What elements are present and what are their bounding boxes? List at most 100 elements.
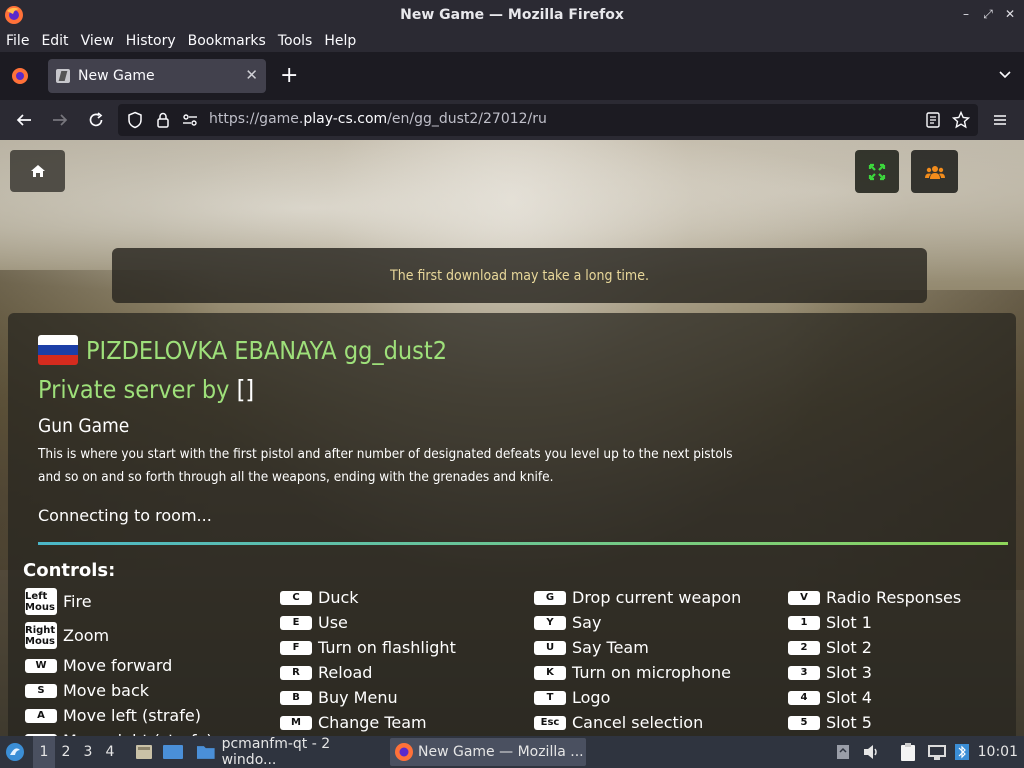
players-button[interactable]	[911, 150, 958, 193]
control-item: M Change Team	[280, 713, 427, 732]
permissions-icon[interactable]	[181, 111, 199, 129]
control-label: Say Team	[572, 638, 649, 657]
control-label: Slot 4	[826, 688, 872, 707]
url-bar[interactable]: https://game.play-cs.com/en/gg_dust2/270…	[118, 104, 978, 136]
game-mode-title: Gun Game	[38, 415, 130, 437]
home-button[interactable]	[10, 150, 65, 192]
menu-view[interactable]: View	[81, 33, 114, 49]
workspace-4[interactable]: 4	[99, 736, 121, 768]
bookmark-star-icon[interactable]	[952, 111, 970, 129]
back-arrow-icon[interactable]	[14, 110, 34, 130]
firefox-logo-icon	[5, 6, 23, 24]
controls-heading: Controls:	[23, 560, 116, 581]
window-titlebar: New Game — Mozilla Firefox – ⤢ ✕	[0, 0, 1024, 30]
key-badge: K	[534, 665, 566, 680]
control-item: Right Mous Zoom	[25, 622, 109, 649]
firefox-view-icon[interactable]	[10, 66, 30, 86]
tab-close-icon[interactable]: ✕	[245, 66, 258, 84]
file-cabinet-icon	[136, 745, 152, 759]
private-server-line: Private server by []	[38, 375, 255, 404]
control-label: Fire	[63, 592, 92, 611]
tray-network[interactable]	[926, 736, 948, 768]
navigation-bar: https://game.play-cs.com/en/gg_dust2/270…	[0, 100, 1024, 140]
menu-bookmarks[interactable]: Bookmarks	[188, 33, 266, 49]
close-window-icon[interactable]: ✕	[1002, 6, 1018, 22]
menu-tools[interactable]: Tools	[278, 33, 313, 49]
menu-bar: File Edit View History Bookmarks Tools H…	[0, 30, 1024, 52]
start-menu-button[interactable]	[4, 736, 26, 768]
control-item: 2 Slot 2	[788, 638, 872, 657]
file-manager-launcher[interactable]	[134, 736, 154, 768]
restore-icon[interactable]: ⤢	[980, 6, 996, 22]
taskbar: 1 2 3 4 pcmanfm-qt - 2 windo... New Game…	[0, 736, 1024, 768]
clipboard-icon	[901, 743, 915, 761]
key-badge: V	[788, 590, 820, 605]
key-badge: Esc	[534, 715, 566, 730]
tab-favicon-icon	[56, 69, 70, 83]
hamburger-menu-icon[interactable]	[990, 110, 1010, 130]
window-controls: – ⤢ ✕	[958, 6, 1018, 22]
minimize-icon[interactable]: –	[958, 6, 974, 22]
menu-file[interactable]: File	[6, 33, 29, 49]
key-badge: 4	[788, 690, 820, 705]
key-badge: T	[534, 690, 566, 705]
control-label: Slot 5	[826, 713, 872, 732]
divider-line	[38, 542, 1008, 545]
key-badge: Right Mous	[25, 622, 57, 649]
control-item: 1 Slot 1	[788, 613, 872, 632]
control-label: Turn on flashlight	[318, 638, 456, 657]
shield-icon[interactable]	[126, 111, 144, 129]
tray-clipboard[interactable]	[898, 736, 918, 768]
russia-flag-icon	[38, 335, 78, 365]
menu-help[interactable]: Help	[324, 33, 356, 49]
task-firefox-label: New Game — Mozilla ...	[418, 744, 584, 760]
control-item: F Turn on flashlight	[280, 638, 456, 657]
control-item: U Say Team	[534, 638, 649, 657]
control-label: Buy Menu	[318, 688, 398, 707]
lock-icon[interactable]	[154, 111, 172, 129]
reload-icon[interactable]	[86, 110, 106, 130]
control-item: R Reload	[280, 663, 372, 682]
expand-arrows-icon	[868, 163, 886, 180]
tab-new-game[interactable]: New Game ✕	[48, 59, 266, 93]
notice-text: The first download may take a long time.	[390, 267, 649, 284]
key-badge: R	[280, 665, 312, 680]
workspace-1[interactable]: 1	[33, 736, 55, 768]
chevron-down-icon[interactable]	[998, 68, 1012, 82]
key-badge: S	[25, 683, 57, 698]
control-item: S Move back	[25, 681, 149, 700]
desktop-icon	[163, 745, 183, 759]
task-pcmanfm-label: pcmanfm-qt - 2 windo...	[221, 736, 331, 768]
workspace-3[interactable]: 3	[77, 736, 99, 768]
key-badge: Left Mous	[25, 588, 57, 615]
workspace-2[interactable]: 2	[55, 736, 77, 768]
fullscreen-button[interactable]	[855, 150, 899, 193]
tray-updates[interactable]	[834, 736, 852, 768]
show-desktop-launcher[interactable]	[162, 736, 184, 768]
control-label: Slot 2	[826, 638, 872, 657]
key-badge: 3	[788, 665, 820, 680]
task-firefox[interactable]: New Game — Mozilla ...	[390, 738, 586, 766]
tray-volume[interactable]	[862, 736, 882, 768]
bluetooth-icon	[955, 744, 969, 760]
reader-view-icon[interactable]	[924, 111, 942, 129]
tray-bluetooth[interactable]	[954, 736, 970, 768]
url-text[interactable]: https://game.play-cs.com/en/gg_dust2/270…	[209, 111, 547, 127]
key-badge: G	[534, 590, 566, 605]
control-label: Move forward	[63, 656, 173, 675]
task-pcmanfm[interactable]: pcmanfm-qt - 2 windo...	[192, 736, 386, 768]
window-title: New Game — Mozilla Firefox	[400, 7, 624, 23]
forward-arrow-icon[interactable]	[50, 110, 70, 130]
control-item: Left Mous Fire	[25, 588, 92, 615]
key-badge: B	[280, 690, 312, 705]
key-badge: A	[25, 708, 57, 723]
menu-history[interactable]: History	[126, 33, 176, 49]
menu-edit[interactable]: Edit	[41, 33, 68, 49]
control-label: Cancel selection	[572, 713, 704, 732]
control-label: Duck	[318, 588, 359, 607]
control-label: Move back	[63, 681, 150, 700]
control-item: W Move forward	[25, 656, 172, 675]
tab-strip: New Game ✕ +	[0, 52, 1024, 100]
new-tab-plus-icon[interactable]: +	[280, 65, 298, 87]
home-icon	[30, 165, 45, 177]
